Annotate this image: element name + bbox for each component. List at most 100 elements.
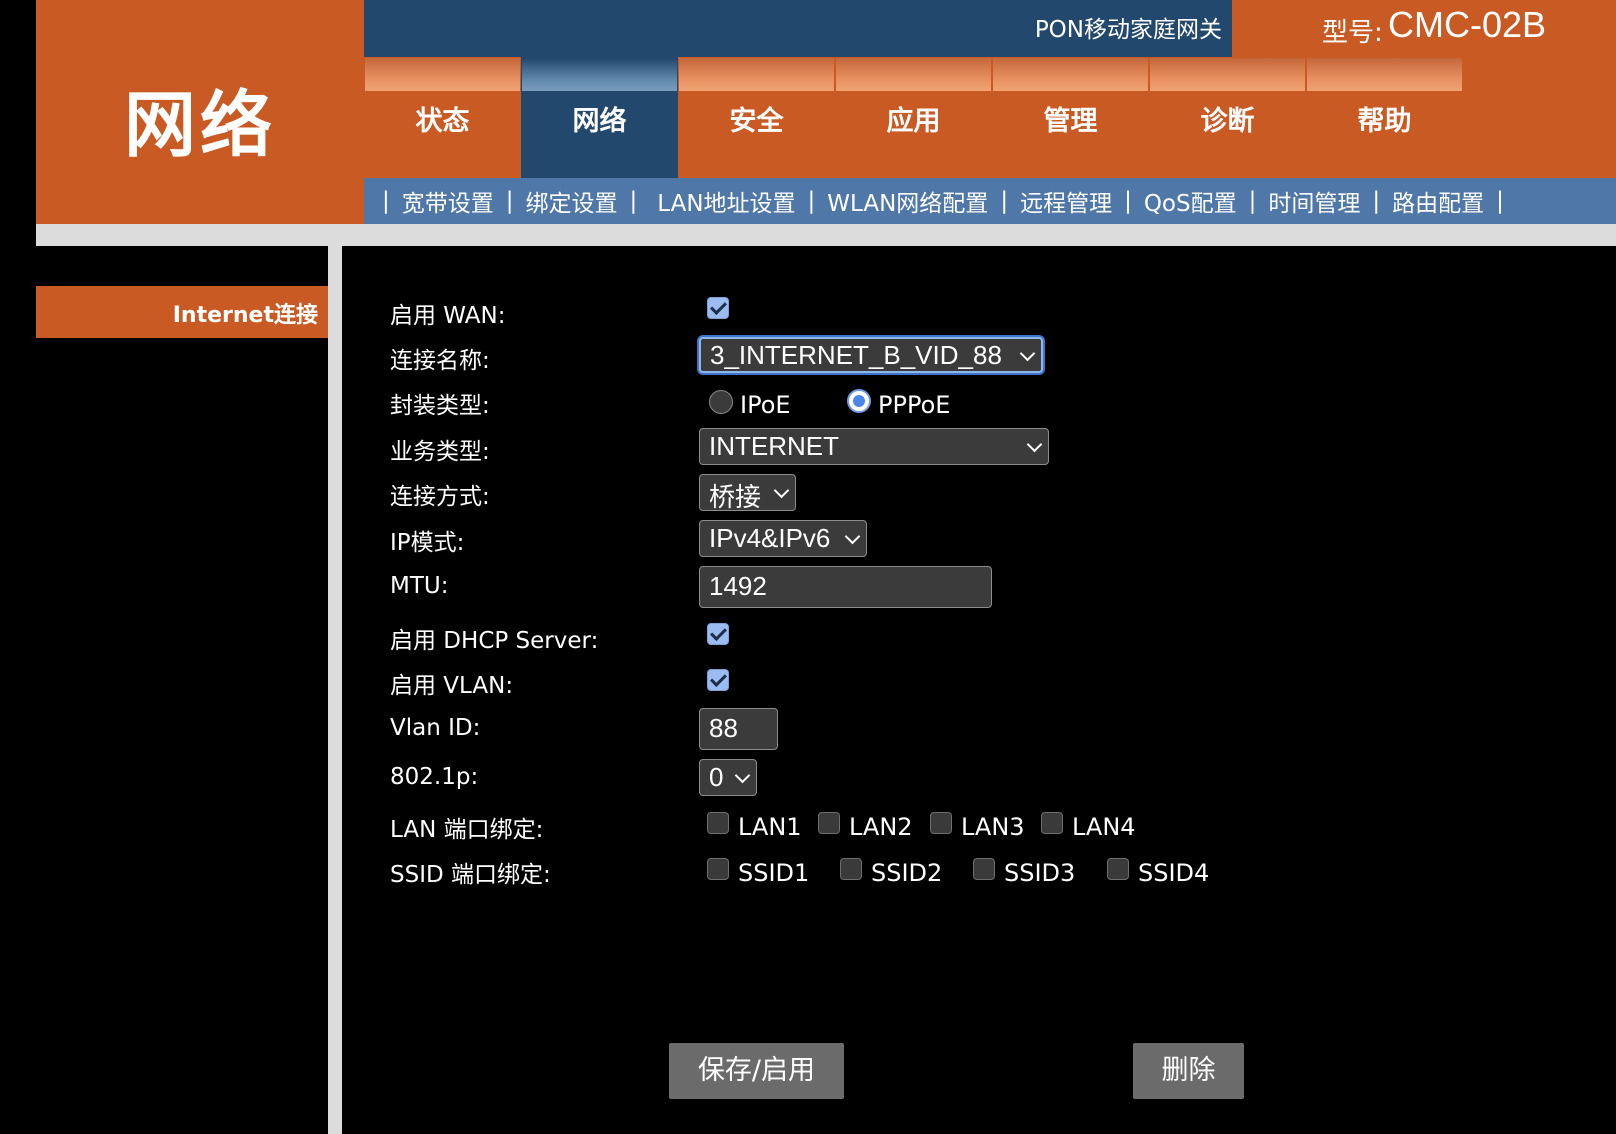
sidebar-item-internet-connection[interactable]: Internet连接 xyxy=(36,286,328,338)
tab-label: 管理 xyxy=(1043,106,1098,137)
ssid1-label: SSID1 xyxy=(738,859,810,887)
subnav-lan-address[interactable]: LAN地址设置 xyxy=(657,184,795,218)
encapsulation-label: 封装类型: xyxy=(390,393,490,419)
lan1-checkbox[interactable] xyxy=(707,812,729,834)
ip-mode-value: IPv4&IPv6 xyxy=(709,523,831,553)
tab-security[interactable]: 安全 xyxy=(678,57,835,178)
brand-block: 网络 xyxy=(36,0,364,224)
pppoe-radio[interactable] xyxy=(847,389,871,413)
ssid3-label: SSID3 xyxy=(1004,859,1076,887)
subnav-separator: | xyxy=(1000,188,1009,214)
chevron-down-icon xyxy=(734,767,751,784)
subnav-separator: | xyxy=(807,188,816,214)
tab-label: 网络 xyxy=(572,106,627,137)
tab-status[interactable]: 状态 xyxy=(364,57,521,178)
vlan-id-value: 88 xyxy=(709,713,738,743)
subnav-separator: | xyxy=(1496,188,1504,214)
chevron-down-icon xyxy=(1026,436,1043,453)
delete-button[interactable]: 删除 xyxy=(1133,1043,1244,1099)
tab-diagnostics[interactable]: 诊断 xyxy=(1149,57,1306,178)
ssid4-label: SSID4 xyxy=(1138,859,1210,887)
service-type-label: 业务类型: xyxy=(390,439,490,465)
lan3-checkbox[interactable] xyxy=(930,812,952,834)
sidebar-item-label: Internet连接 xyxy=(172,303,318,328)
tab-management[interactable]: 管理 xyxy=(992,57,1149,178)
tab-label: 应用 xyxy=(886,106,941,137)
tab-label: 安全 xyxy=(729,106,784,137)
sidebar-divider xyxy=(328,244,342,1134)
ssid2-label: SSID2 xyxy=(871,859,943,887)
subnav-wlan-config[interactable]: WLAN网络配置 xyxy=(827,184,988,218)
model-block: 型号: CMC-02B xyxy=(1232,0,1616,57)
subnav-separator: | xyxy=(382,188,390,214)
mtu-value: 1492 xyxy=(709,571,767,601)
subnav-remote-management[interactable]: 远程管理 xyxy=(1020,184,1112,218)
connection-mode-value: 桥接 xyxy=(709,482,762,512)
enable-wan-checkbox[interactable] xyxy=(707,297,729,319)
enable-dhcp-checkbox[interactable] xyxy=(707,623,729,645)
tab-label: 诊断 xyxy=(1200,106,1255,137)
lan1-label: LAN1 xyxy=(738,813,802,841)
lan3-label: LAN3 xyxy=(961,813,1025,841)
connection-name-select[interactable]: 3_INTERNET_B_VID_88 xyxy=(699,337,1043,373)
tab-help[interactable]: 帮助 xyxy=(1306,57,1463,178)
ssid-binding-label: SSID 端口绑定: xyxy=(390,862,551,888)
tab-network[interactable]: 网络 xyxy=(521,57,678,178)
save-apply-button[interactable]: 保存/启用 xyxy=(669,1043,844,1099)
product-banner: PON移动家庭网关 xyxy=(364,0,1232,57)
subnav-time-management[interactable]: 时间管理 xyxy=(1268,184,1360,218)
subnav-broadband[interactable]: 宽带设置 xyxy=(402,184,494,218)
pppoe-label: PPPoE xyxy=(878,391,951,419)
enable-vlan-checkbox[interactable] xyxy=(707,669,729,691)
model-value: CMC-02B xyxy=(1388,4,1547,45)
ipoe-radio[interactable] xyxy=(709,390,733,414)
tab-application[interactable]: 应用 xyxy=(835,57,992,178)
tab-label: 状态 xyxy=(415,106,470,137)
ssid2-checkbox[interactable] xyxy=(840,858,862,880)
enable-dhcp-label: 启用 DHCP Server: xyxy=(390,628,599,654)
chevron-down-icon xyxy=(773,482,790,499)
mtu-input[interactable]: 1492 xyxy=(699,566,992,608)
dot1p-value: 0 xyxy=(709,762,724,792)
subnav-qos[interactable]: QoS配置 xyxy=(1144,184,1237,218)
ip-mode-select[interactable]: IPv4&IPv6 xyxy=(699,520,867,557)
dot1p-label: 802.1p: xyxy=(390,764,479,790)
subnav-binding[interactable]: 绑定设置 xyxy=(526,184,618,218)
service-type-value: INTERNET xyxy=(709,431,839,461)
content-border xyxy=(342,244,1616,246)
connection-name-label: 连接名称: xyxy=(390,348,490,374)
product-name: PON移动家庭网关 xyxy=(1034,17,1222,43)
ipoe-label: IPoE xyxy=(740,391,791,419)
subnav-separator: | xyxy=(629,188,638,214)
subnav-separator: | xyxy=(505,188,514,214)
connection-name-value: 3_INTERNET_B_VID_88 xyxy=(710,340,1002,370)
ip-mode-label: IP模式: xyxy=(390,530,465,556)
tab-label: 帮助 xyxy=(1357,106,1412,137)
header-divider xyxy=(36,224,1616,246)
mtu-label: MTU: xyxy=(390,573,449,599)
subnav-separator: | xyxy=(1372,188,1381,214)
subnav-separator: | xyxy=(1124,188,1132,214)
enable-wan-label: 启用 WAN: xyxy=(390,303,506,329)
subnav-separator: | xyxy=(1248,188,1257,214)
enable-vlan-label: 启用 VLAN: xyxy=(390,673,514,699)
connection-mode-label: 连接方式: xyxy=(390,484,490,510)
vlan-id-input[interactable]: 88 xyxy=(699,708,778,750)
lan2-label: LAN2 xyxy=(849,813,913,841)
subnav-routing[interactable]: 路由配置 xyxy=(1392,184,1484,218)
chevron-down-icon xyxy=(844,528,861,545)
vlan-id-label: Vlan ID: xyxy=(390,715,481,741)
page-heading: 网络 xyxy=(123,83,276,167)
dot1p-select[interactable]: 0 xyxy=(699,759,757,796)
lan2-checkbox[interactable] xyxy=(818,812,840,834)
ssid3-checkbox[interactable] xyxy=(973,858,995,880)
lan4-checkbox[interactable] xyxy=(1041,812,1063,834)
ssid1-checkbox[interactable] xyxy=(707,858,729,880)
lan4-label: LAN4 xyxy=(1072,813,1136,841)
model-label: 型号: xyxy=(1322,18,1383,48)
chevron-down-icon xyxy=(1019,345,1036,362)
connection-mode-select[interactable]: 桥接 xyxy=(699,474,796,512)
service-type-select[interactable]: INTERNET xyxy=(699,428,1049,465)
sub-navigation: | 宽带设置 | 绑定设置 | LAN地址设置 | WLAN网络配置 | 远程管… xyxy=(364,178,1616,224)
ssid4-checkbox[interactable] xyxy=(1107,858,1129,880)
